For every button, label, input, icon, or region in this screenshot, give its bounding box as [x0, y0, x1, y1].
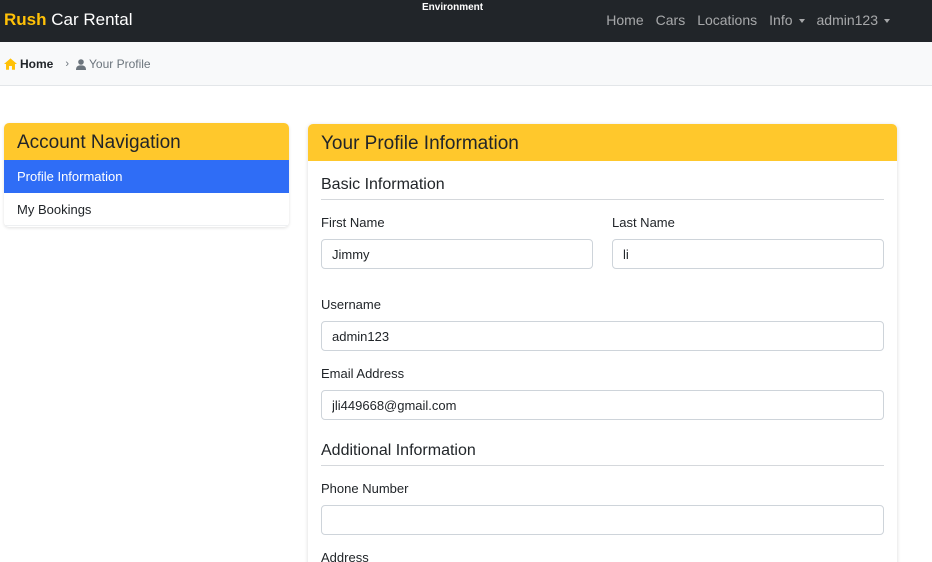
- breadcrumb-home-label: Home: [20, 57, 54, 71]
- sidebar-item-profile-information[interactable]: Profile Information: [4, 160, 289, 193]
- brand-rest-text: Car Rental: [46, 10, 133, 29]
- breadcrumb: Home › Your Profile: [0, 42, 932, 86]
- last-name-field[interactable]: [612, 239, 884, 269]
- section-divider: [321, 199, 884, 200]
- username-field[interactable]: [321, 321, 884, 351]
- phone-number-field[interactable]: [321, 505, 884, 535]
- section-divider: [321, 465, 884, 466]
- brand-logo[interactable]: Rush Car Rental: [4, 10, 132, 30]
- caret-down-icon: [884, 18, 890, 23]
- breadcrumb-separator: ›: [65, 58, 70, 70]
- home-icon: [4, 58, 17, 70]
- profile-information-card: Your Profile Information Basic Informati…: [308, 124, 897, 562]
- breadcrumb-current-label: Your Profile: [89, 57, 151, 71]
- brand-accent-text: Rush: [4, 10, 47, 29]
- nav-link-cars[interactable]: Cars: [656, 12, 686, 28]
- nav-dropdown-info-label: Info: [769, 12, 793, 28]
- phone-number-label: Phone Number: [321, 481, 409, 496]
- address-label: Address: [321, 550, 369, 562]
- nav-dropdown-user[interactable]: admin123: [816, 12, 890, 28]
- sidebar-item-my-bookings[interactable]: My Bookings: [4, 193, 289, 226]
- nav-links: Home Cars Locations Info admin123: [606, 12, 890, 28]
- email-field[interactable]: [321, 390, 884, 420]
- top-navbar: Rush Car Rental Environment Home Cars Lo…: [0, 0, 932, 42]
- email-label: Email Address: [321, 366, 405, 381]
- account-navigation-title: Account Navigation: [4, 123, 289, 160]
- nav-link-home[interactable]: Home: [606, 12, 643, 28]
- environment-label: Environment: [422, 2, 484, 13]
- breadcrumb-trail: Home › Your Profile: [4, 57, 151, 71]
- breadcrumb-home[interactable]: Home: [4, 57, 53, 71]
- caret-down-icon: [798, 18, 805, 23]
- nav-link-locations[interactable]: Locations: [697, 12, 757, 28]
- last-name-label: Last Name: [612, 215, 675, 230]
- nav-dropdown-info[interactable]: Info: [769, 12, 805, 28]
- username-label: Username: [321, 297, 381, 312]
- additional-information-title: Additional Information: [321, 442, 476, 459]
- account-navigation-card: Account Navigation Profile Information M…: [4, 123, 289, 227]
- basic-information-title: Basic Information: [321, 176, 445, 193]
- profile-card-title: Your Profile Information: [308, 124, 897, 161]
- first-name-field[interactable]: [321, 239, 593, 269]
- first-name-label: First Name: [321, 215, 385, 230]
- breadcrumb-current: Your Profile: [76, 57, 151, 71]
- person-icon: [76, 58, 87, 70]
- nav-dropdown-user-label: admin123: [816, 12, 879, 28]
